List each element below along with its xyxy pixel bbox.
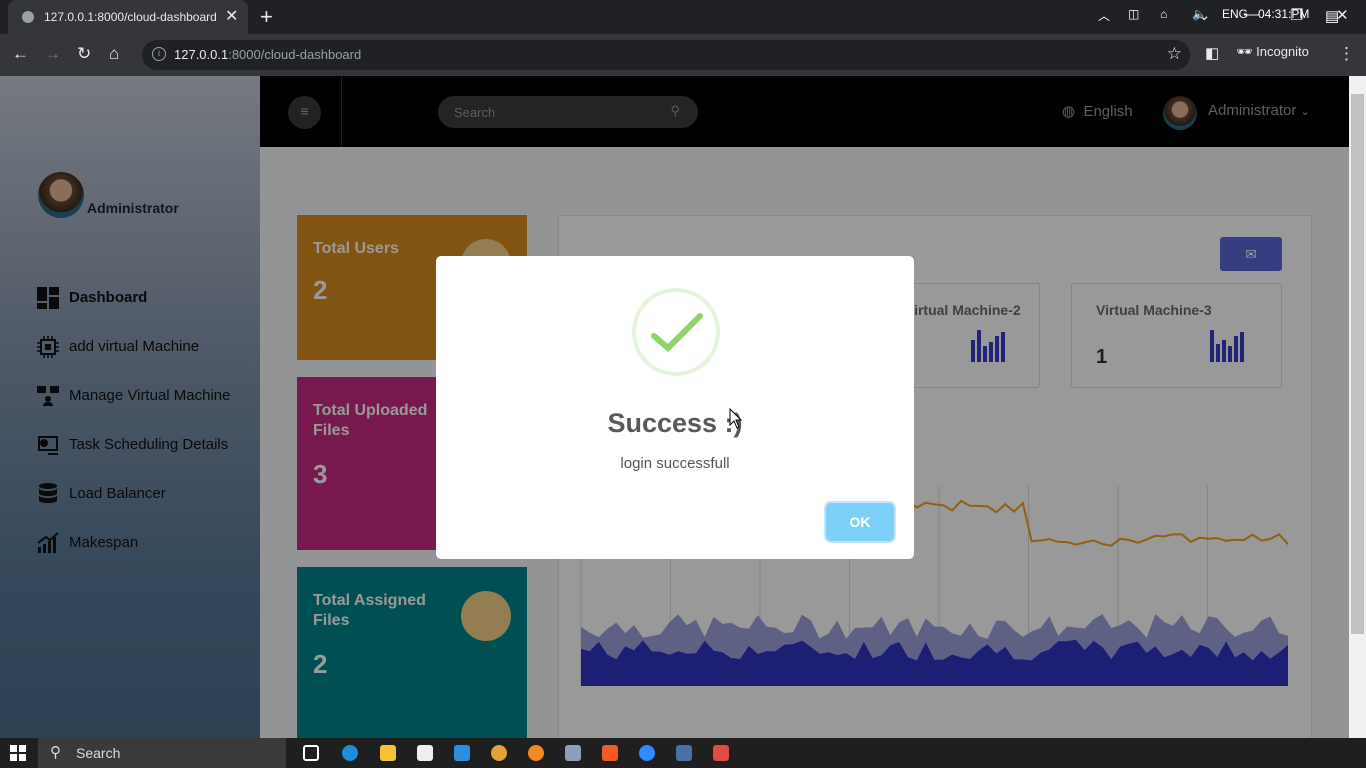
- back-icon[interactable]: ←: [12, 44, 29, 64]
- incognito-indicator[interactable]: 🕶 Incognito: [1236, 44, 1309, 60]
- language-indicator[interactable]: ENG: [1222, 7, 1248, 21]
- globe-icon: [22, 11, 34, 23]
- edge-icon[interactable]: [342, 745, 358, 761]
- vscode-icon[interactable]: [454, 745, 470, 761]
- chrome-icon[interactable]: [491, 745, 507, 761]
- app-icon[interactable]: [676, 745, 692, 761]
- incognito-icon: 🕶: [1236, 44, 1253, 59]
- site-info-icon[interactable]: i: [152, 47, 166, 61]
- scrollbar-thumb[interactable]: [1351, 94, 1364, 634]
- checkmark-icon: [651, 313, 703, 353]
- success-check-circle: [632, 288, 720, 376]
- new-tab-button[interactable]: +: [260, 4, 273, 30]
- network-icon[interactable]: ⌂: [1160, 7, 1167, 21]
- mouse-cursor-icon: [729, 408, 743, 429]
- app-icon[interactable]: [417, 745, 433, 761]
- close-tab-icon[interactable]: ✕: [225, 6, 238, 26]
- clock[interactable]: 04:31:PM: [1258, 7, 1309, 21]
- camera-icon[interactable]: ◫: [1128, 7, 1139, 21]
- file-explorer-icon[interactable]: [380, 745, 396, 761]
- dialog-title: Success :): [607, 408, 743, 438]
- home-icon[interactable]: ⌂: [109, 44, 119, 64]
- brave-icon[interactable]: [602, 745, 618, 761]
- task-view-icon[interactable]: [303, 745, 319, 761]
- page-scrollbar[interactable]: [1349, 76, 1366, 738]
- url-bar[interactable]: i 127.0.0.1:8000/cloud-dashboard ☆: [142, 40, 1190, 70]
- tab-title: 127.0.0.1:8000/cloud-dashboard: [44, 10, 217, 24]
- taskbar-search[interactable]: ⚲ Search: [38, 738, 286, 768]
- browser-menu-icon[interactable]: ⋮: [1338, 44, 1355, 64]
- url-text: 127.0.0.1:8000/cloud-dashboard: [174, 47, 362, 62]
- notifications-icon[interactable]: ▤: [1325, 7, 1339, 25]
- dialog-message: login successfull: [620, 455, 730, 472]
- tray-chevron-icon[interactable]: ︿: [1098, 7, 1110, 24]
- zoom-icon[interactable]: [639, 745, 655, 761]
- browser-tab[interactable]: 127.0.0.1:8000/cloud-dashboard ✕: [8, 0, 248, 34]
- reload-icon[interactable]: ↻: [77, 44, 91, 64]
- app-icon[interactable]: [565, 745, 581, 761]
- volume-icon[interactable]: 🔈: [1192, 7, 1207, 21]
- side-panel-icon[interactable]: ◧: [1205, 44, 1219, 62]
- windows-start-icon[interactable]: [10, 745, 26, 761]
- ok-button[interactable]: OK: [826, 503, 894, 541]
- anydesk-icon[interactable]: [713, 745, 729, 761]
- bookmark-star-icon[interactable]: ☆: [1167, 44, 1182, 64]
- search-icon: ⚲: [50, 744, 61, 761]
- forward-icon[interactable]: →: [44, 44, 61, 64]
- search-app-icon[interactable]: [528, 745, 544, 761]
